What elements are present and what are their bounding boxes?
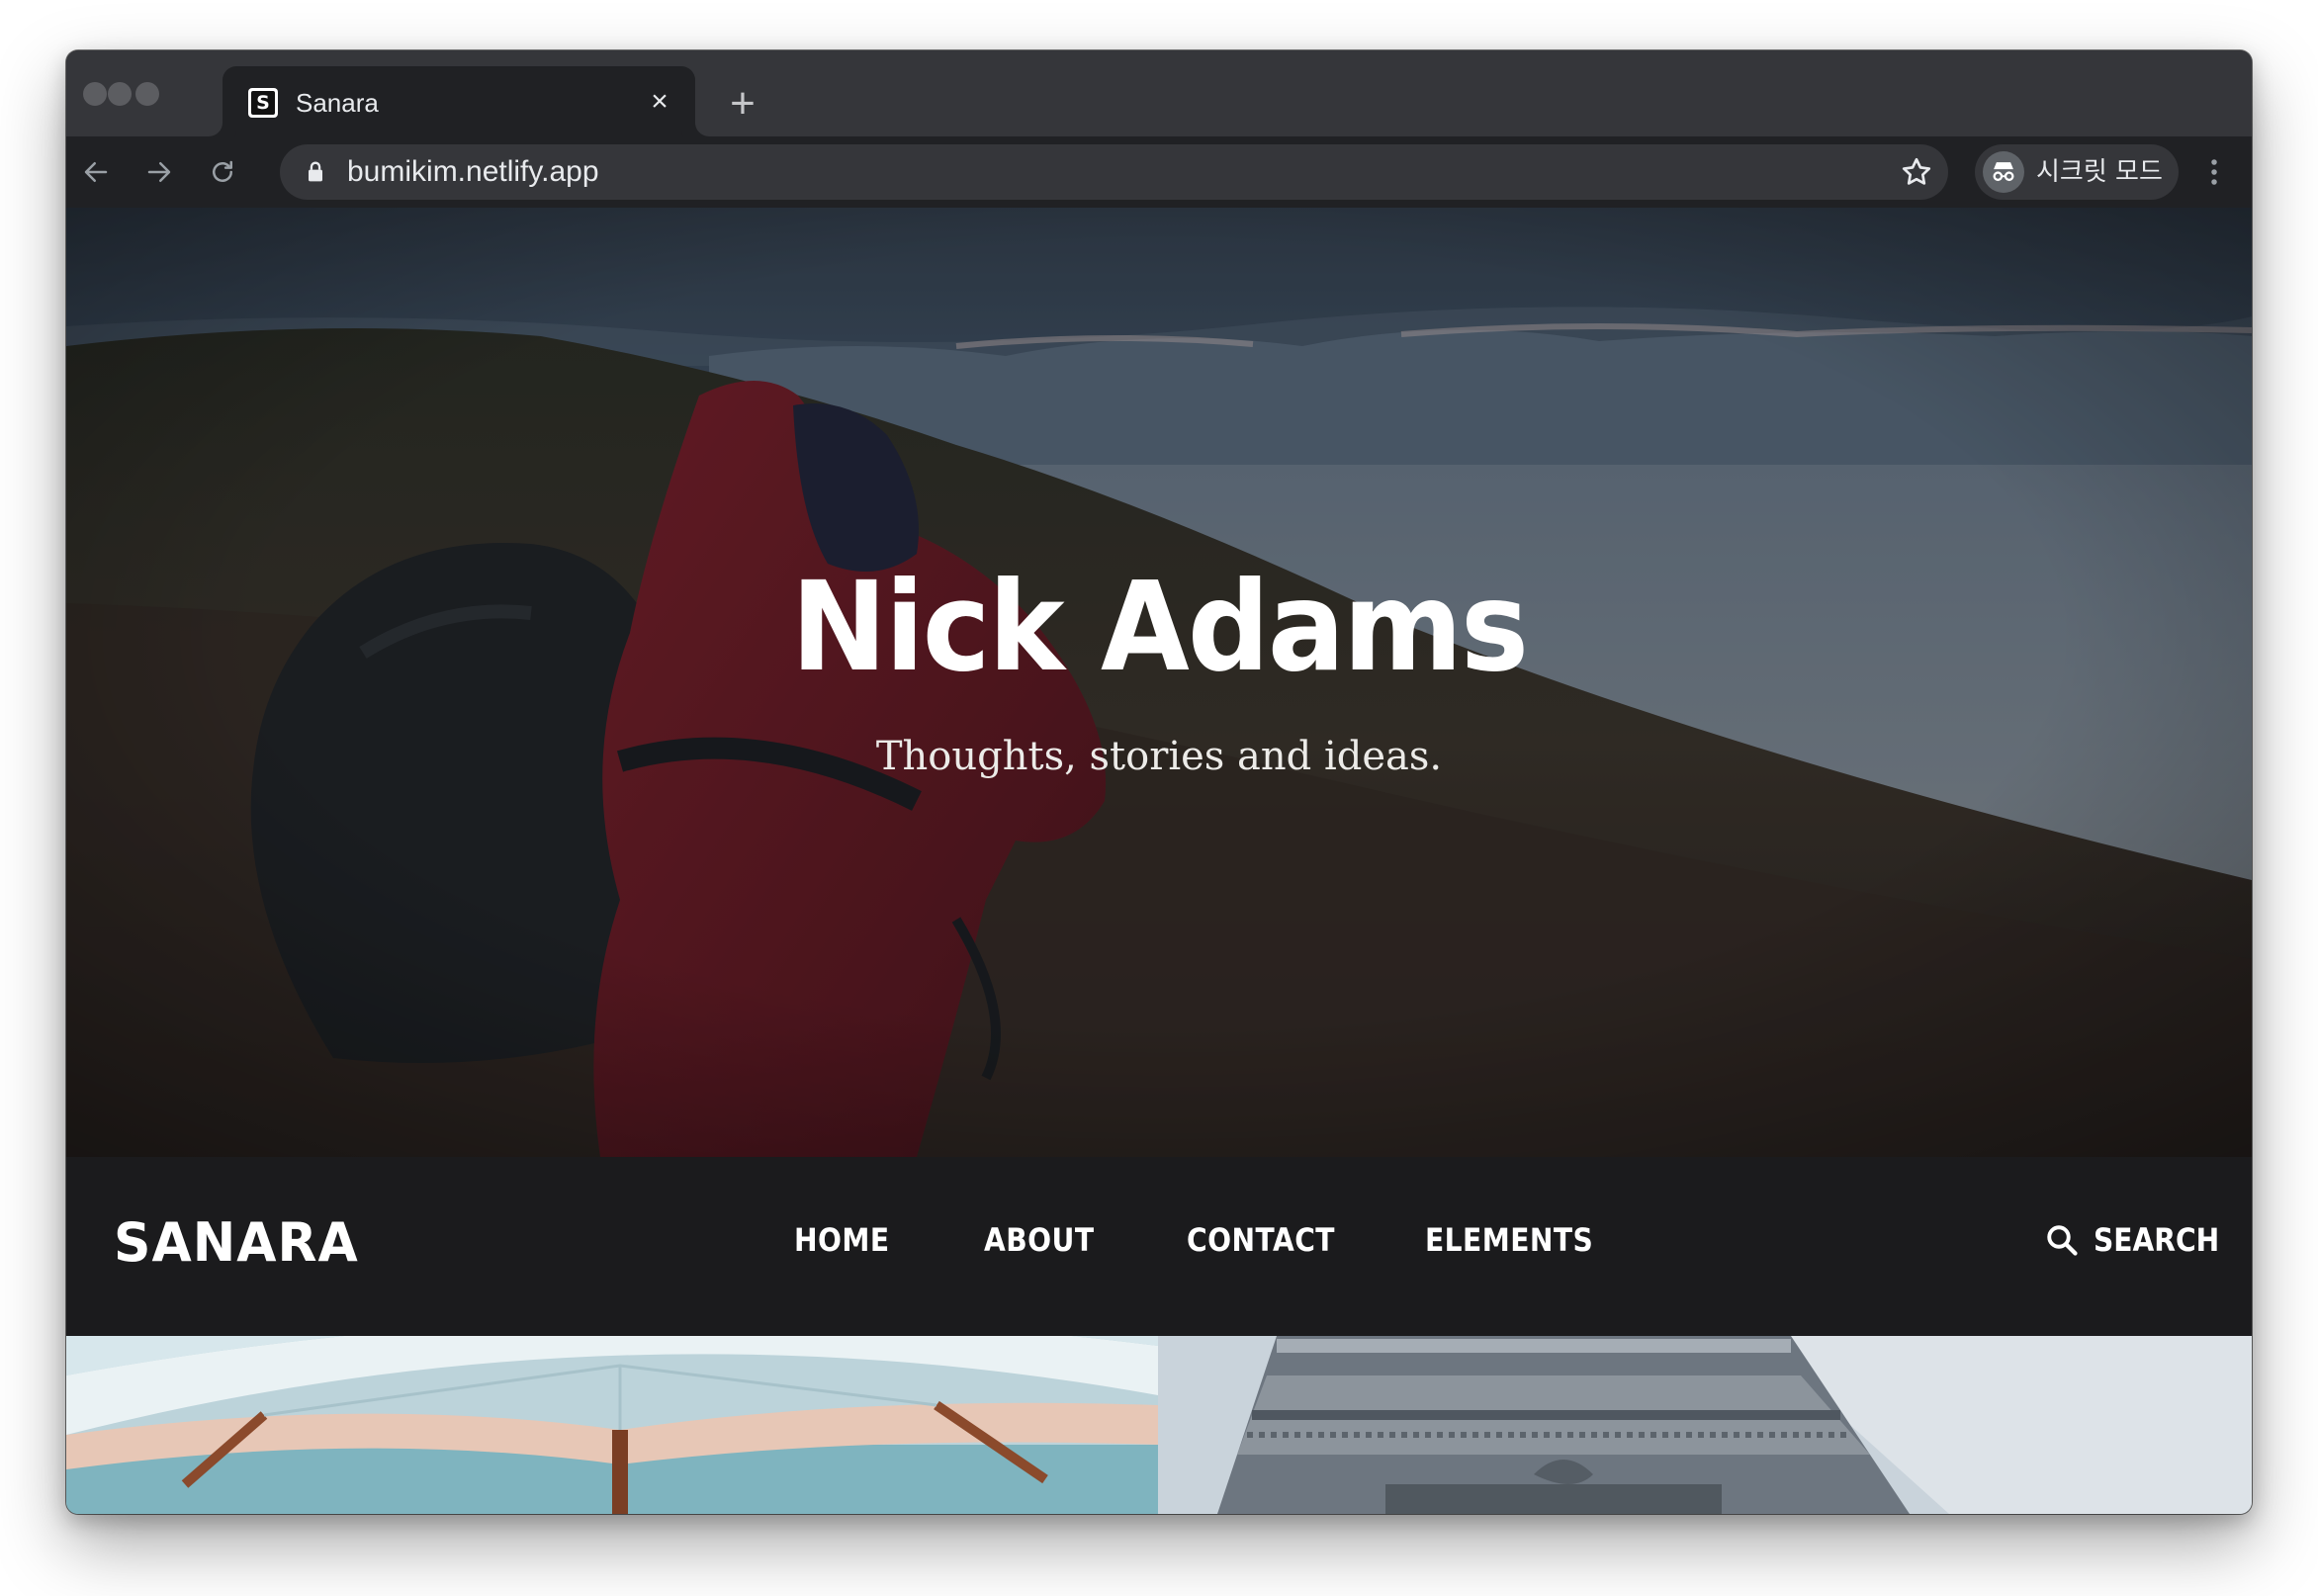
minimize-window-button[interactable] [108,82,132,106]
close-window-button[interactable] [83,82,107,106]
kebab-menu-icon [2211,159,2217,185]
reload-icon [213,160,232,182]
arrow-left-icon [84,162,108,182]
tab-close-icon[interactable]: × [644,86,675,118]
browser-tab-active[interactable]: S Sanara × [223,66,695,136]
new-tab-button[interactable]: + [723,82,762,126]
site-favicon-icon: S [248,88,278,118]
back-button[interactable] [72,148,120,196]
maximize-window-button[interactable] [135,82,159,106]
browser-toolbar: bumikim.netlify.app 시크릿 모드 [66,136,2252,208]
incognito-icon [1983,151,2024,193]
nav-about-link[interactable]: ABOUT [984,1218,1094,1262]
nav-home-link[interactable]: HOME [794,1218,890,1262]
monument-photo [1158,1336,2252,1514]
site-navigation: SANARA HOME ABOUT CONTACT ELEMENTS SEARC… [66,1157,2252,1336]
umbrella-photo [66,1336,1158,1514]
post-card-image-monument[interactable] [1158,1336,2252,1514]
reload-button[interactable] [199,148,246,196]
post-card-image-umbrella[interactable] [66,1336,1158,1514]
nav-contact-link[interactable]: CONTACT [1187,1218,1335,1262]
tab-title: Sanara [296,88,379,118]
incognito-badge[interactable]: 시크릿 모드 [1975,144,2179,200]
tab-strip: S Sanara × + [66,50,2252,136]
arrow-right-icon [147,162,171,182]
url-text: bumikim.netlify.app [347,155,599,188]
lock-icon [309,161,322,182]
search-label: SEARCH [2094,1221,2220,1259]
incognito-label: 시크릿 모드 [2036,157,2163,187]
web-page: Nick Adams Thoughts, stories and ideas. … [66,208,2252,1514]
hero-section: Nick Adams Thoughts, stories and ideas. [66,208,2252,1157]
site-logo[interactable]: SANARA [114,1209,359,1276]
address-bar[interactable]: bumikim.netlify.app [280,144,1948,200]
browser-window: S Sanara × + bumikim.netlify.app 시크릿 모드 … [66,50,2252,1514]
star-icon[interactable] [1899,154,1934,190]
post-feed [66,1336,2252,1514]
hero-subtitle: Thoughts, stories and ideas. [875,734,1443,779]
search-icon [2047,1225,2078,1256]
search-button[interactable]: SEARCH [2044,1218,2237,1262]
nav-elements-link[interactable]: ELEMENTS [1425,1218,1593,1262]
hero-title: Nick Adams [790,555,1529,700]
browser-menu-button[interactable] [2192,148,2236,196]
forward-button[interactable] [135,148,183,196]
